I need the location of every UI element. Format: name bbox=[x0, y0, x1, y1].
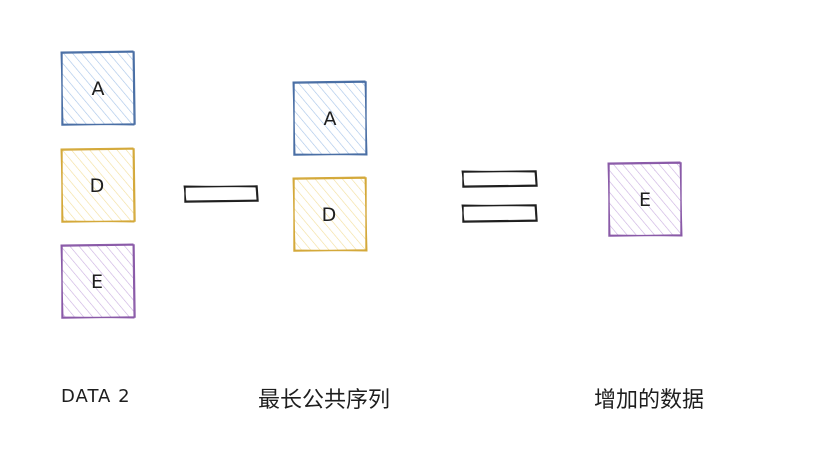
right-box-e-letter: E bbox=[639, 189, 651, 211]
middle-box-d: D bbox=[292, 176, 368, 252]
left-box-e-letter: E bbox=[91, 271, 103, 293]
middle-box-d-letter: D bbox=[322, 204, 337, 226]
minus-sign bbox=[183, 185, 259, 203]
middle-box-a-letter: A bbox=[324, 108, 337, 130]
left-box-d-letter: D bbox=[90, 175, 105, 197]
caption-data-2: DATA 2 bbox=[61, 386, 131, 407]
caption-added-data: 增加的数据 bbox=[594, 388, 705, 413]
left-box-a: A bbox=[60, 50, 136, 126]
left-box-a-letter: A bbox=[92, 78, 105, 100]
equals-sign bbox=[461, 170, 538, 223]
left-box-e: E bbox=[60, 243, 136, 319]
left-box-d: D bbox=[60, 147, 136, 223]
middle-box-a: A bbox=[292, 80, 368, 156]
right-box-e: E bbox=[607, 161, 683, 237]
caption-lcs: 最长公共序列 bbox=[258, 388, 391, 413]
